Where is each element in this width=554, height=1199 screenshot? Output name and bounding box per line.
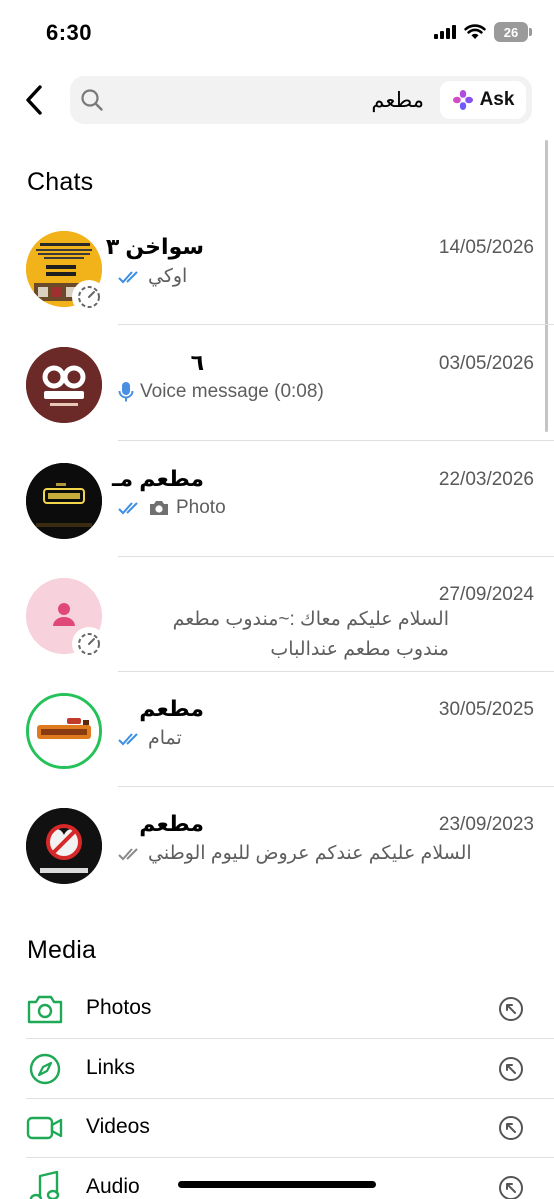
- delivered-ticks-icon: [118, 847, 138, 860]
- chat-preview-line: مندوب مطعم عندالباب: [270, 639, 449, 660]
- chat-row[interactable]: ٦ 03/05/2026 Voice message (0:08): [0, 326, 554, 441]
- media-item-photos[interactable]: Photos: [0, 979, 554, 1039]
- compass-icon: [26, 1051, 64, 1087]
- avatar-with-status-ring: [26, 693, 102, 769]
- ask-label: Ask: [479, 89, 515, 110]
- chats-section-title: Chats: [27, 168, 94, 196]
- camera-icon: [150, 501, 168, 515]
- media-section-title: Media: [27, 936, 97, 964]
- search-header: مطعم Ask: [0, 74, 554, 126]
- chat-name: مطعم: [139, 811, 204, 836]
- disappearing-messages-badge: [72, 280, 106, 314]
- chat-date: 27/09/2024: [438, 584, 534, 605]
- microphone-icon: [118, 382, 134, 402]
- media-label: Videos: [86, 1115, 150, 1138]
- battery-level: 26: [503, 24, 519, 40]
- divider: [118, 440, 554, 441]
- chat-preview-text: Voice message (0:08): [140, 381, 324, 402]
- chat-row[interactable]: مطعم 23/09/2023 السلام عليكم عندكم عروض …: [0, 787, 554, 902]
- chat-row[interactable]: 27/09/2024 السلام عليكم معاك :~مندوب مطع…: [0, 557, 554, 672]
- video-icon: [26, 1110, 64, 1146]
- avatar: [26, 463, 102, 539]
- search-icon: [81, 89, 103, 111]
- media-item-audio[interactable]: Audio: [0, 1158, 554, 1199]
- read-ticks-icon: [118, 502, 138, 515]
- chat-date: 03/05/2026: [438, 353, 534, 374]
- status-icons: 26: [434, 22, 532, 42]
- battery-icon: 26: [494, 22, 532, 42]
- search-input[interactable]: مطعم Ask: [70, 76, 532, 124]
- chat-preview: اوكي: [118, 265, 187, 288]
- status-time: 6:30: [46, 20, 93, 45]
- chat-preview-line: السلام عليكم معاك :~مندوب مطعم: [172, 609, 449, 630]
- wifi-icon: [464, 24, 486, 39]
- read-ticks-icon: [118, 732, 138, 745]
- timer-icon: [78, 633, 100, 655]
- media-label: Audio: [86, 1175, 140, 1198]
- music-note-icon: [26, 1170, 64, 1199]
- chat-name: سواخن ٣: [105, 234, 204, 259]
- chat-date: 22/03/2026: [438, 469, 534, 490]
- jump-arrow-icon[interactable]: [498, 1175, 524, 1199]
- read-ticks-icon: [118, 270, 138, 283]
- search-query[interactable]: مطعم: [371, 88, 424, 113]
- avatar: [26, 347, 102, 423]
- media-item-videos[interactable]: Videos: [0, 1098, 554, 1158]
- ask-button[interactable]: Ask: [440, 81, 526, 119]
- media-item-links[interactable]: Links: [0, 1039, 554, 1099]
- chat-row[interactable]: سواخن ٣ 14/05/2026 اوكي: [0, 210, 554, 325]
- chat-date: 23/09/2023: [438, 814, 534, 835]
- divider: [118, 324, 554, 325]
- home-indicator[interactable]: [178, 1181, 376, 1188]
- ai-sparkle-icon: [452, 90, 473, 110]
- chat-preview-text: Photo: [176, 497, 226, 518]
- logo-thumbnail: [26, 347, 102, 423]
- chat-preview: Voice message (0:08): [118, 381, 324, 403]
- back-button[interactable]: [16, 80, 52, 120]
- chat-preview: السلام عليكم معاك :~مندوب مطعم مندوب مطع…: [173, 605, 449, 665]
- media-label: Photos: [86, 996, 152, 1019]
- chat-preview: Photo: [118, 497, 226, 519]
- chat-preview-text: السلام عليكم عندكم عروض لليوم الوطني: [148, 843, 472, 864]
- jump-arrow-icon[interactable]: [498, 1056, 524, 1082]
- chat-date: 14/05/2026: [438, 237, 534, 258]
- chat-row[interactable]: مطعم مـ 22/03/2026 Photo: [0, 442, 554, 557]
- status-bar: 6:30 26: [0, 0, 554, 66]
- timer-icon: [78, 286, 100, 308]
- disappearing-messages-badge: [72, 627, 106, 661]
- jump-arrow-icon[interactable]: [498, 996, 524, 1022]
- chat-row[interactable]: مطعم 30/05/2025 تمام: [0, 672, 554, 787]
- chat-name: مطعم: [139, 696, 204, 721]
- camera-icon: [26, 991, 64, 1027]
- burger-logo-thumbnail: [29, 696, 99, 766]
- chat-preview-text: تمام: [148, 728, 182, 749]
- chevron-left-icon: [26, 85, 42, 115]
- jump-arrow-icon[interactable]: [498, 1115, 524, 1141]
- chat-preview-text: اوكي: [148, 266, 188, 287]
- chat-date: 30/05/2025: [438, 699, 534, 720]
- cellular-signal-icon: [434, 25, 456, 39]
- avatar: [26, 808, 102, 884]
- media-label: Links: [86, 1056, 136, 1079]
- neon-sign-thumbnail: [26, 463, 102, 539]
- chat-name: ٦: [190, 350, 204, 375]
- chat-preview: تمام: [118, 727, 182, 750]
- chat-preview: السلام عليكم عندكم عروض لليوم الوطني: [118, 842, 472, 865]
- chat-name: مطعم مـ: [112, 466, 204, 491]
- broken-heart-thumbnail: [26, 808, 102, 884]
